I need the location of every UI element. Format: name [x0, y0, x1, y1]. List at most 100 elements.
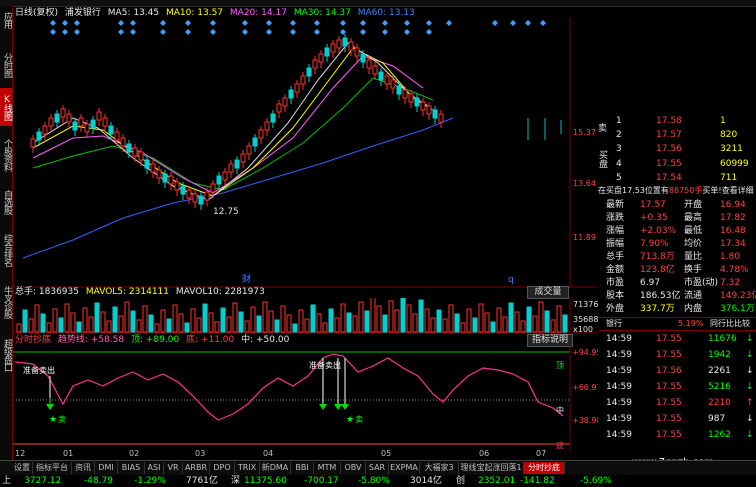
event-diamond-icon[interactable]	[242, 29, 248, 35]
event-diamond-icon[interactable]	[210, 20, 216, 26]
tab-diagnosis[interactable]: 牛叉诊股	[0, 278, 12, 326]
indicator-tab[interactable]: 指标平台	[33, 462, 72, 474]
indicator-axis-3: +38.98	[572, 416, 598, 425]
event-diamond-icon[interactable]	[426, 20, 432, 26]
quote-label: 市盈(动)	[684, 278, 719, 288]
event-diamond-icon[interactable]	[160, 29, 166, 35]
indicator-tab[interactable]: ASI	[145, 462, 164, 474]
candle-body	[90, 119, 96, 129]
volume-bar	[178, 313, 184, 333]
event-diamond-icon[interactable]	[314, 20, 320, 26]
event-diamond-icon[interactable]	[314, 29, 320, 35]
event-diamond-icon[interactable]	[360, 29, 366, 35]
event-diamond-icon[interactable]	[50, 29, 56, 35]
indicator-tab[interactable]: 分时抄底	[524, 462, 565, 474]
event-diamond-icon[interactable]	[242, 20, 248, 26]
quote-label: 最高	[684, 213, 703, 223]
tab-kline[interactable]: K线图	[0, 88, 12, 126]
indicator-tab[interactable]: ARBR	[183, 462, 210, 474]
period-label[interactable]: 日线(复权)	[15, 8, 58, 18]
volume-bar	[322, 322, 328, 333]
q-marker[interactable]: q	[508, 275, 514, 285]
indicator-tab[interactable]: BBI	[291, 462, 314, 474]
event-diamond-icon[interactable]	[540, 20, 546, 26]
event-diamond-icon[interactable]	[510, 20, 516, 26]
volume-bar	[166, 318, 172, 333]
sh-percent: -1.29%	[134, 476, 166, 486]
indicator-tab[interactable]: TRIX	[235, 462, 260, 474]
tab-ranking[interactable]: 综合排名	[0, 226, 12, 274]
candle-body	[138, 151, 144, 161]
indicator-tab[interactable]: DPO	[210, 462, 235, 474]
event-diamond-icon[interactable]	[118, 29, 124, 35]
volume-bar	[148, 314, 154, 333]
event-diamond-icon[interactable]	[492, 20, 498, 26]
tab-watchlist[interactable]: 自选股	[0, 184, 12, 220]
event-diamond-icon[interactable]	[185, 20, 191, 26]
indicator-tab[interactable]: SAR	[366, 462, 389, 474]
indicator-tab[interactable]: DMI	[95, 462, 118, 474]
quote-row: 市盈 6.97 市盈(动) 7.32	[598, 277, 756, 289]
event-diamond-icon[interactable]	[62, 20, 68, 26]
volume-bar	[352, 315, 358, 333]
tab-apps[interactable]: 应用	[0, 8, 12, 32]
order-row[interactable]: 2 17.57 820	[598, 129, 756, 141]
indicator-tab[interactable]: MTM	[314, 462, 341, 474]
event-diamond-icon[interactable]	[118, 20, 124, 26]
order-row[interactable]: 5 17.54 711	[598, 172, 756, 184]
event-diamond-icon[interactable]	[426, 29, 432, 35]
event-diamond-icon[interactable]	[340, 20, 346, 26]
indicator-tab[interactable]: VR	[164, 462, 183, 474]
tab-stock-profile[interactable]: 个股资料	[0, 131, 12, 179]
indicator-name[interactable]: 分时抄底	[15, 335, 51, 345]
event-diamond-icon[interactable]	[74, 29, 80, 35]
event-diamond-icon[interactable]	[62, 29, 68, 35]
event-diamond-icon[interactable]	[266, 20, 272, 26]
event-diamond-icon[interactable]	[290, 20, 296, 26]
event-diamond-icon[interactable]	[382, 29, 388, 35]
indicator-tab[interactable]: 新DMA	[260, 462, 291, 474]
volume-chart[interactable]: 71376 35688 x100	[13, 298, 598, 334]
order-row[interactable]: 1 17.58 1	[598, 115, 756, 127]
event-diamond-icon[interactable]	[290, 29, 296, 35]
volume-bar	[286, 314, 292, 333]
candle-body	[114, 131, 120, 141]
indicator-tab[interactable]: 资讯	[72, 462, 95, 474]
indicator-tab[interactable]: 设置	[12, 462, 33, 474]
event-diamond-icon[interactable]	[74, 20, 80, 26]
indicator-tab[interactable]: BIAS	[118, 462, 145, 474]
big-order-notice[interactable]: 在买盘17.53位置有88750手买单!查看详细	[598, 185, 756, 197]
quote-value: 6.97	[640, 278, 661, 288]
industry-row[interactable]: 银行 5.19% 同行比比较	[598, 317, 756, 331]
indicator-tab[interactable]: OBV	[341, 462, 366, 474]
view-detail-link[interactable]: 查看详细	[722, 186, 754, 195]
quote-row: 金额 123.8亿 换手 4.78%	[598, 264, 756, 276]
order-row[interactable]: 4 17.55 60999	[598, 158, 756, 170]
indicator-tab[interactable]: EXPMA	[389, 462, 420, 474]
indicator-tab[interactable]: 大福家3	[420, 462, 459, 474]
low-price-label: 12.75	[213, 207, 239, 217]
kline-chart[interactable]: 12.75 财 q 15.37 13.64 11.89	[13, 18, 598, 288]
indicator-tab[interactable]: 理线宝起涨回落1	[459, 462, 524, 474]
event-diamond-icon[interactable]	[185, 29, 191, 35]
event-diamond-icon[interactable]	[404, 29, 410, 35]
indicator-chart[interactable]: 准备卖出 准备卖出 ★ 卖 ★ 卖 +94.95 +66.97 +38.98 顶…	[13, 346, 598, 451]
event-diamond-icon[interactable]	[160, 20, 166, 26]
event-diamond-icon[interactable]	[210, 29, 216, 35]
event-diamond-icon[interactable]	[382, 20, 388, 26]
event-diamond-icon[interactable]	[266, 29, 272, 35]
event-diamond-icon[interactable]	[446, 20, 452, 26]
tab-super-panel[interactable]: 超级盘口	[0, 331, 12, 379]
event-diamond-icon[interactable]	[50, 20, 56, 26]
order-row[interactable]: 3 17.56 3211	[598, 143, 756, 155]
event-diamond-icon[interactable]	[130, 20, 136, 26]
volume-bar	[310, 304, 316, 333]
event-diamond-icon[interactable]	[360, 20, 366, 26]
event-diamond-icon[interactable]	[525, 20, 531, 26]
industry-compare-link[interactable]: 同行比比较	[710, 318, 750, 330]
finance-marker[interactable]: 财	[242, 273, 251, 285]
tab-intraday[interactable]: 分时图	[0, 46, 12, 84]
volume-bar	[490, 321, 496, 333]
event-diamond-icon[interactable]	[130, 29, 136, 35]
event-diamond-icon[interactable]	[404, 20, 410, 26]
